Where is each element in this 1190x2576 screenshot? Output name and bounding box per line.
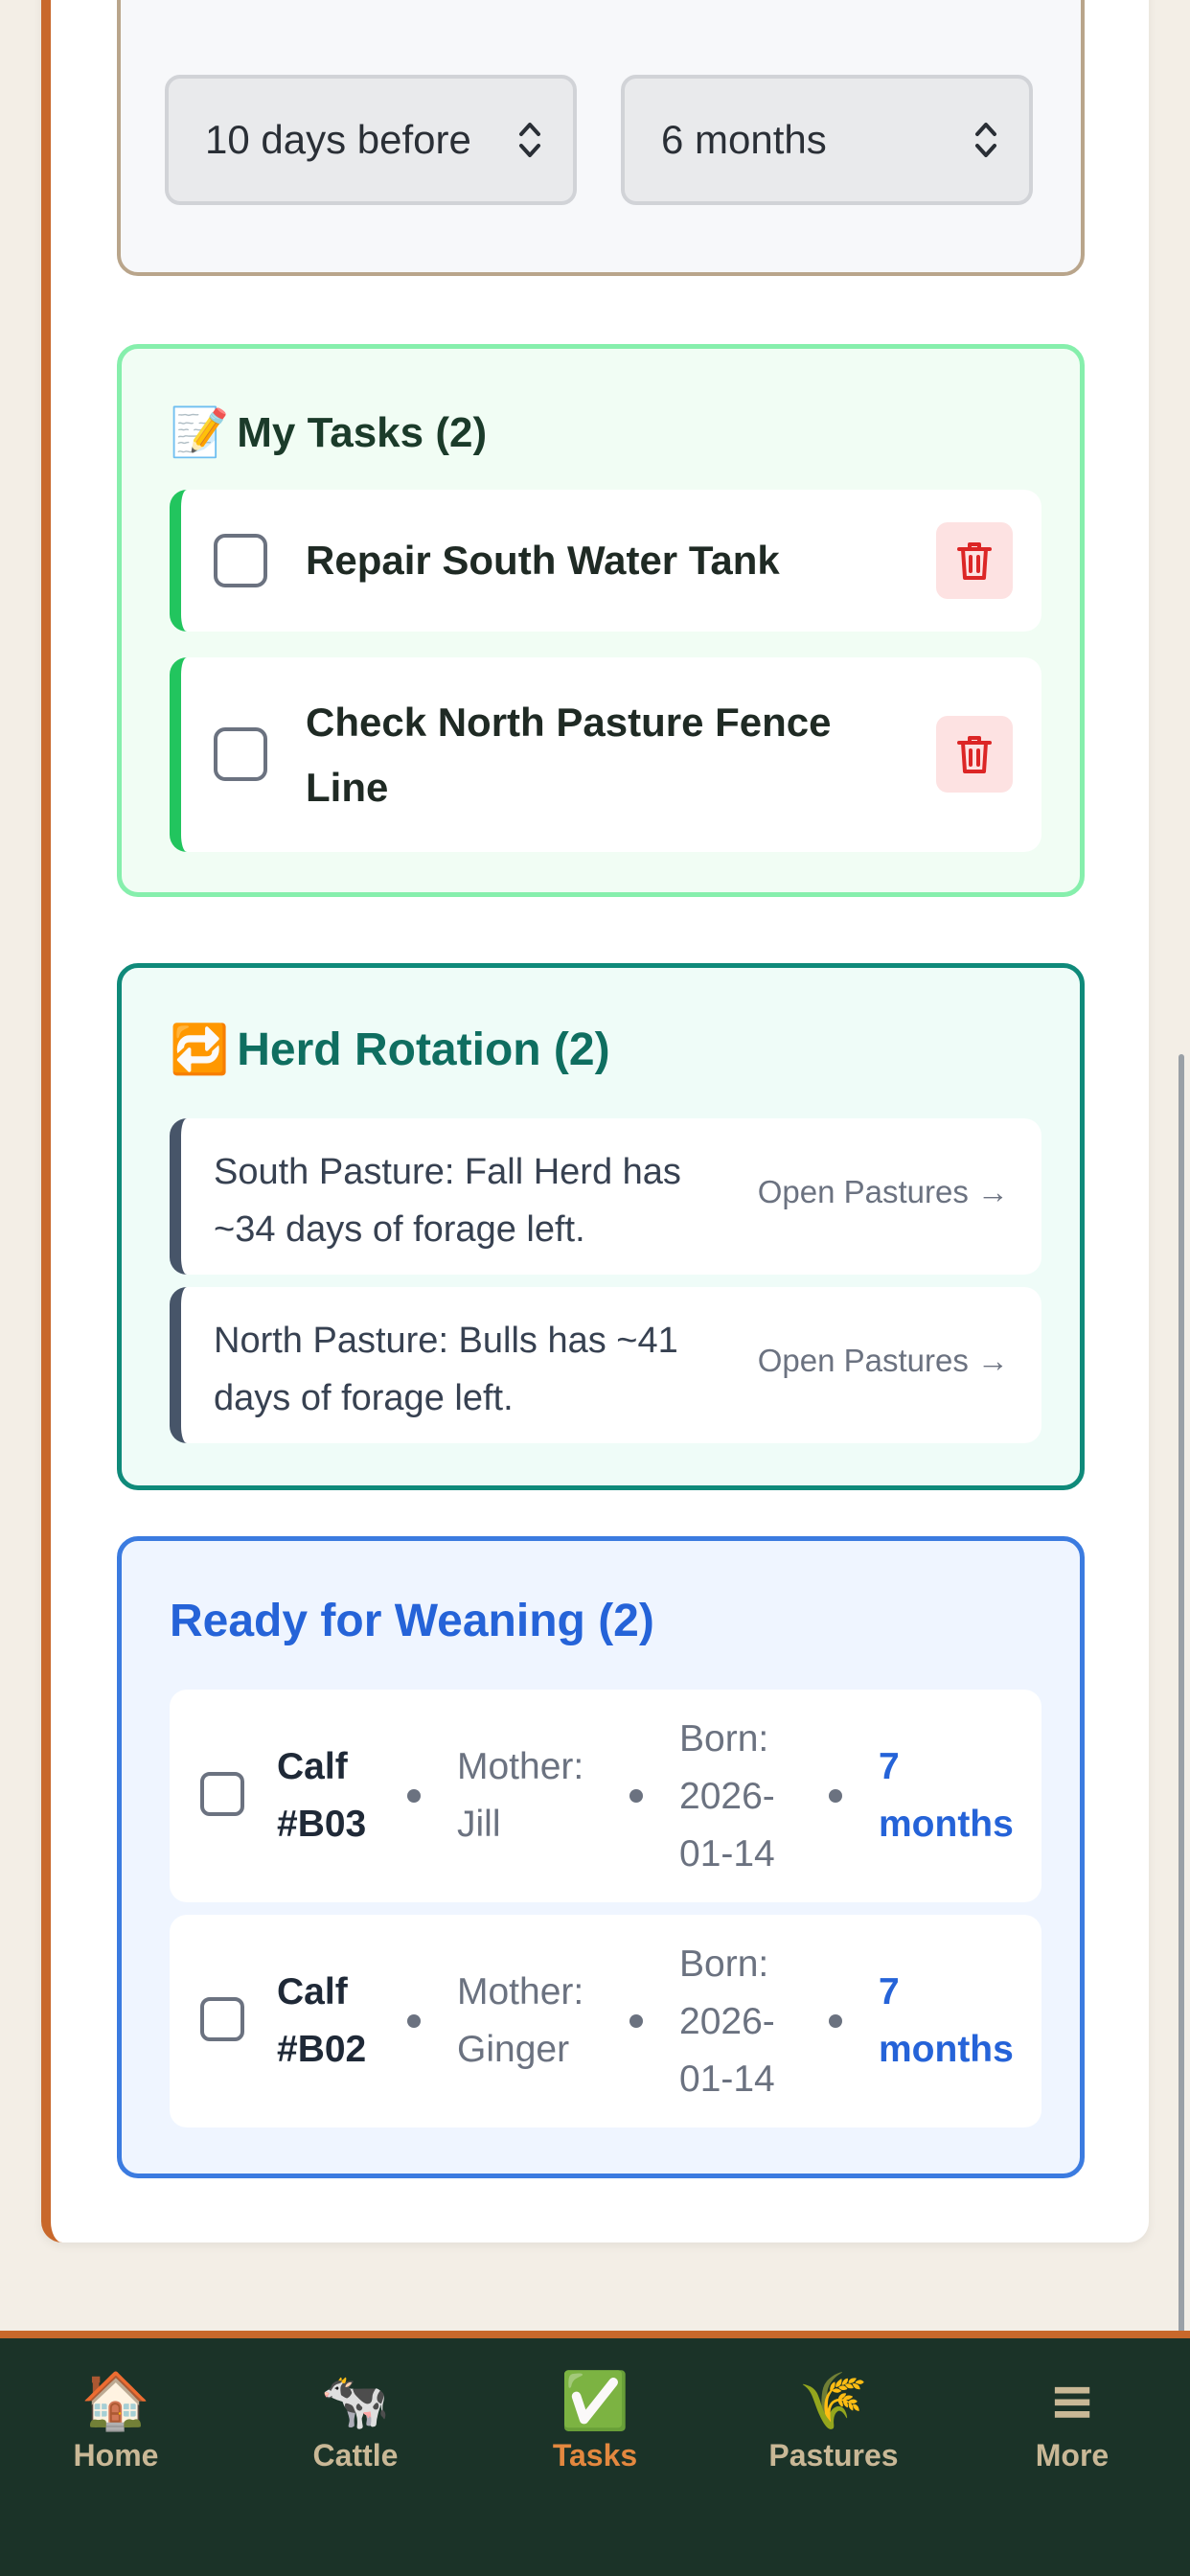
nav-label: Pastures bbox=[768, 2438, 899, 2472]
updown-chevron-icon bbox=[519, 123, 540, 157]
calf-born-line: Born: bbox=[679, 1718, 769, 1760]
trash-icon bbox=[957, 542, 992, 580]
calf-mother-line: Mother: bbox=[457, 1971, 584, 2012]
menu-icon: ≡ bbox=[1048, 2368, 1096, 2433]
reminder-duration-value: 6 months bbox=[661, 117, 827, 162]
herd-rotation-title-text: Herd Rotation (2) bbox=[237, 1024, 610, 1075]
cow-icon: 🐄 bbox=[320, 2368, 391, 2433]
rotation-alert-item: South Pasture: Fall Herd has ~34 days of… bbox=[170, 1118, 1041, 1275]
delete-task-button[interactable] bbox=[936, 522, 1013, 599]
weaning-title: Ready for Weaning (2) bbox=[170, 1596, 654, 1646]
calf-age: 7 months bbox=[879, 1738, 1014, 1853]
delete-task-button[interactable] bbox=[936, 716, 1013, 793]
separator-dot bbox=[829, 1789, 842, 1803]
weaning-checkbox[interactable] bbox=[200, 1772, 244, 1816]
separator-dot bbox=[629, 1789, 643, 1803]
task-label-line: Check North Pasture Fence bbox=[306, 700, 832, 745]
calf-mother: Mother: Ginger bbox=[457, 1964, 584, 2079]
bottom-nav: 🏠 Home 🐄 Cattle ✅ Tasks 🌾 Pastures ≡ Mor… bbox=[0, 2331, 1190, 2576]
page-scrollbar[interactable] bbox=[1179, 1054, 1184, 2386]
weaning-checkbox[interactable] bbox=[200, 1997, 244, 2041]
reminder-settings-panel: 10 days before 6 months bbox=[117, 0, 1085, 276]
separator-dot bbox=[629, 2014, 643, 2028]
my-tasks-title-text: My Tasks (2) bbox=[237, 408, 488, 456]
task-label-line: Line bbox=[306, 765, 389, 810]
reminder-duration-select[interactable]: 6 months bbox=[621, 75, 1033, 205]
calf-age-line: months bbox=[879, 2029, 1014, 2070]
check-mark-icon: ✅ bbox=[560, 2368, 630, 2433]
calf-age-line: 7 bbox=[879, 1746, 900, 1787]
calf-born-line: 01-14 bbox=[679, 2058, 775, 2100]
open-pastures-link[interactable]: Open Pastures → bbox=[758, 1174, 1009, 1210]
nav-label: More bbox=[1035, 2438, 1110, 2472]
calf-id: Calf #B02 bbox=[277, 1964, 366, 2079]
my-tasks-section: 📝 My Tasks (2) Repair South Water Tank C… bbox=[117, 344, 1085, 897]
memo-icon: 📝 bbox=[170, 404, 230, 460]
task-label: Repair South Water Tank bbox=[306, 538, 780, 583]
calf-born-line: 01-14 bbox=[679, 1833, 775, 1874]
calf-mother-line: Ginger bbox=[457, 2029, 570, 2070]
rotation-alert-line: North Pasture: Bulls has ~41 bbox=[214, 1321, 678, 1361]
separator-dot bbox=[407, 1789, 421, 1803]
weaning-section: Ready for Weaning (2) Calf #B03 Mother: … bbox=[117, 1536, 1085, 2178]
repeat-icon: 🔁 bbox=[170, 1022, 230, 1077]
updown-chevron-icon bbox=[975, 123, 996, 157]
rotation-alert-text: North Pasture: Bulls has ~41 days of for… bbox=[214, 1312, 712, 1427]
task-checkbox[interactable] bbox=[214, 534, 267, 587]
weaning-row: Calf #B03 Mother: Jill Born: 2026- 01-14… bbox=[170, 1690, 1041, 1902]
rice-sheaf-icon: 🌾 bbox=[798, 2368, 869, 2433]
rotation-alert-item: North Pasture: Bulls has ~41 days of for… bbox=[170, 1287, 1041, 1443]
calf-mother-line: Mother: bbox=[457, 1746, 584, 1787]
nav-item-home[interactable]: 🏠 Home bbox=[20, 2369, 212, 2473]
nav-item-tasks[interactable]: ✅ Tasks bbox=[499, 2369, 691, 2473]
calf-mother: Mother: Jill bbox=[457, 1738, 584, 1853]
calf-id-line: Calf bbox=[277, 1971, 348, 2012]
task-label: Check North Pasture Fence Line bbox=[306, 690, 832, 820]
calf-id-line: #B03 bbox=[277, 1804, 367, 1845]
calf-id: Calf #B03 bbox=[277, 1738, 366, 1853]
open-pastures-link[interactable]: Open Pastures → bbox=[758, 1343, 1009, 1379]
separator-dot bbox=[407, 2014, 421, 2028]
nav-item-pastures[interactable]: 🌾 Pastures bbox=[738, 2369, 929, 2473]
nav-label: Home bbox=[73, 2438, 159, 2472]
rotation-alert-text: South Pasture: Fall Herd has ~34 days of… bbox=[214, 1143, 712, 1258]
my-tasks-title: 📝 My Tasks (2) bbox=[170, 404, 487, 461]
rotation-alert-line: South Pasture: Fall Herd has bbox=[214, 1152, 681, 1192]
weaning-row: Calf #B02 Mother: Ginger Born: 2026- 01-… bbox=[170, 1915, 1041, 2128]
calf-born-line: 2026- bbox=[679, 1776, 775, 1817]
calf-born-date: Born: 2026- 01-14 bbox=[679, 1711, 775, 1883]
calf-age-line: 7 bbox=[879, 1971, 900, 2012]
house-icon: 🏠 bbox=[80, 2368, 151, 2433]
task-item: Check North Pasture Fence Line bbox=[170, 657, 1041, 852]
nav-label: Cattle bbox=[312, 2438, 399, 2472]
rotation-alert-line: days of forage left. bbox=[214, 1378, 514, 1418]
trash-icon bbox=[957, 736, 992, 773]
nav-item-cattle[interactable]: 🐄 Cattle bbox=[260, 2369, 451, 2473]
task-item: Repair South Water Tank bbox=[170, 490, 1041, 632]
calf-born-line: Born: bbox=[679, 1944, 769, 1985]
nav-item-more[interactable]: ≡ More bbox=[976, 2369, 1168, 2473]
calf-mother-line: Jill bbox=[457, 1804, 501, 1845]
calf-id-line: Calf bbox=[277, 1746, 348, 1787]
task-checkbox[interactable] bbox=[214, 727, 267, 781]
herd-rotation-section: 🔁 Herd Rotation (2) South Pasture: Fall … bbox=[117, 963, 1085, 1490]
calf-age-line: months bbox=[879, 1804, 1014, 1845]
reminder-lead-time-value: 10 days before bbox=[205, 117, 471, 162]
calf-id-line: #B02 bbox=[277, 2029, 367, 2070]
separator-dot bbox=[829, 2014, 842, 2028]
herd-rotation-title: 🔁 Herd Rotation (2) bbox=[170, 1022, 610, 1078]
nav-label: Tasks bbox=[552, 2438, 638, 2472]
calf-born-date: Born: 2026- 01-14 bbox=[679, 1936, 775, 2108]
calf-age: 7 months bbox=[879, 1964, 1014, 2079]
rotation-alert-line: ~34 days of forage left. bbox=[214, 1209, 585, 1250]
calf-born-line: 2026- bbox=[679, 2001, 775, 2042]
reminder-lead-time-select[interactable]: 10 days before bbox=[165, 75, 577, 205]
